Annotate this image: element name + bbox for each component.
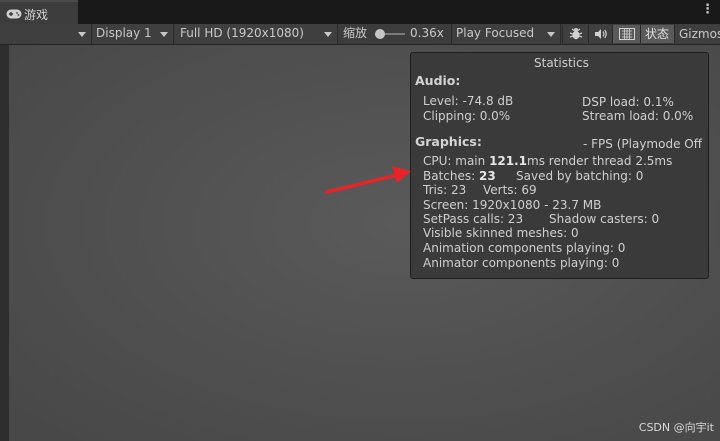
resolution-dropdown[interactable]: Full HD (1920x1080) bbox=[176, 24, 338, 44]
scale-value: 0.36x bbox=[410, 26, 444, 40]
tab-strip: 游戏 ⋮ bbox=[0, 0, 720, 24]
mute-debug-button[interactable] bbox=[562, 25, 588, 43]
setpass-stat: SetPass calls: 23 bbox=[423, 212, 524, 226]
verts-stat: Verts: 69 bbox=[483, 183, 537, 197]
tris-stat: Tris: 23 bbox=[423, 183, 467, 197]
watermark: CSDN @向宇it bbox=[638, 421, 714, 434]
keyboard-icon bbox=[619, 28, 635, 40]
graphics-heading: Graphics: bbox=[415, 134, 482, 149]
chevron-down-icon bbox=[324, 32, 332, 37]
audio-button[interactable] bbox=[588, 25, 612, 43]
batches-prefix: Batches: bbox=[423, 169, 479, 183]
cpu-suffix: ms render thread 2.5ms bbox=[527, 154, 673, 168]
annotation-arrow-icon bbox=[325, 166, 411, 194]
cpu-stats: CPU: main 121.1ms render thread 2.5ms bbox=[423, 154, 672, 168]
audio-dsp-load: DSP load: 0.1% bbox=[582, 95, 674, 109]
graphics-fps: - FPS (Playmode Off bbox=[583, 137, 702, 151]
skinned-meshes-stat: Visible skinned meshes: 0 bbox=[423, 226, 579, 240]
play-mode-label: Play Focused bbox=[456, 26, 535, 40]
chevron-down-icon bbox=[78, 32, 86, 37]
shadow-casters-stat: Shadow casters: 0 bbox=[549, 212, 660, 226]
scale-label: 缩放 bbox=[343, 26, 368, 40]
gizmos-button-label: Gizmos bbox=[679, 27, 720, 41]
saved-by-batching: Saved by batching: 0 bbox=[516, 169, 644, 183]
display-dropdown[interactable]: Display 1 bbox=[92, 24, 174, 44]
keyboard-shortcuts-button[interactable] bbox=[612, 25, 640, 43]
audio-stream-load: Stream load: 0.0% bbox=[582, 109, 694, 123]
display-label: Display 1 bbox=[96, 26, 152, 40]
cpu-prefix: CPU: main bbox=[423, 154, 490, 168]
viewport-margin bbox=[0, 45, 9, 441]
batches-value: 23 bbox=[479, 169, 496, 183]
animator-components-stat: Animator components playing: 0 bbox=[423, 256, 620, 270]
audio-clipping: Clipping: 0.0% bbox=[423, 109, 511, 123]
tab-label: 游戏 bbox=[24, 8, 49, 22]
batches-stat: Batches: 23 bbox=[423, 169, 496, 183]
gamepad-icon bbox=[6, 9, 22, 19]
speaker-icon bbox=[595, 29, 607, 39]
bug-icon bbox=[569, 28, 583, 40]
audio-level: Level: -74.8 dB bbox=[423, 94, 514, 108]
animation-components-stat: Animation components playing: 0 bbox=[423, 241, 626, 255]
statistics-title: Statistics bbox=[534, 56, 589, 70]
tab-game[interactable]: 游戏 bbox=[0, 0, 78, 24]
resolution-label: Full HD (1920x1080) bbox=[180, 26, 304, 40]
audio-heading: Audio: bbox=[415, 73, 461, 88]
screen-stat: Screen: 1920x1080 - 23.7 MB bbox=[423, 198, 602, 212]
gizmos-button[interactable]: Gizmos bbox=[674, 25, 720, 43]
stats-toggle-button[interactable]: 状态 bbox=[640, 25, 674, 43]
scale-slider-knob[interactable] bbox=[375, 29, 385, 39]
play-mode-dropdown[interactable]: Play Focused bbox=[451, 24, 561, 44]
game-toolbar: Display 1 Full HD (1920x1080) 缩放 0.36x P… bbox=[0, 24, 720, 45]
statistics-panel: Statistics Audio: Level: -74.8 dB Clippi… bbox=[410, 52, 709, 279]
stats-button-label: 状态 bbox=[645, 27, 670, 41]
cpu-main-value: 121.1 bbox=[489, 154, 528, 168]
chevron-down-icon bbox=[160, 32, 168, 37]
chevron-down-icon bbox=[547, 32, 555, 37]
menu-dots-icon[interactable]: ⋮ bbox=[701, 2, 714, 17]
game-view-dropdown[interactable] bbox=[0, 24, 92, 44]
